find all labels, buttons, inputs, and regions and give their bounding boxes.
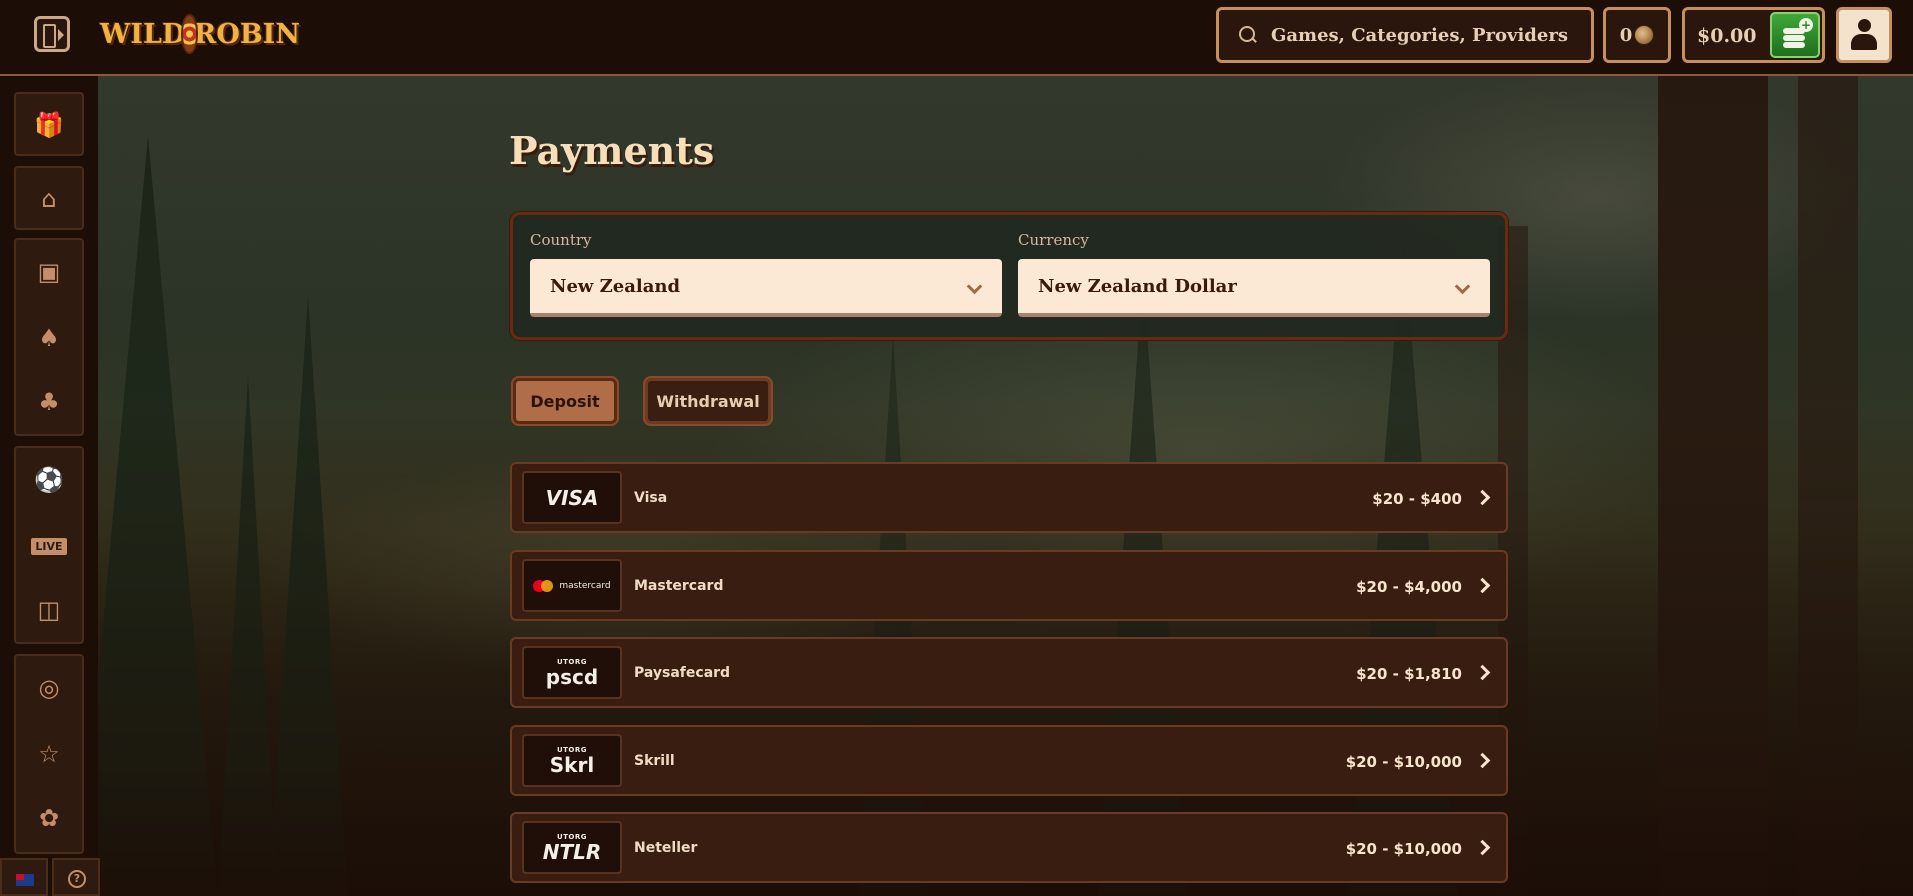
wild-robin-logo[interactable]: WILD ROBIN — [100, 8, 300, 60]
method-range: $20 - $10,000 — [1345, 840, 1462, 858]
coins-balance[interactable]: 0 — [1603, 7, 1671, 63]
mastercard-logo: mastercard — [522, 559, 622, 612]
tab-deposit[interactable]: Deposit — [513, 378, 617, 424]
help-button[interactable]: ? — [52, 858, 100, 896]
search-input[interactable]: Games, Categories, Providers — [1216, 7, 1594, 63]
country-select[interactable]: New Zealand — [530, 259, 1002, 317]
ball-icon[interactable]: ⚽ — [20, 452, 78, 508]
chevron-right-icon — [1474, 664, 1491, 681]
method-name: Visa — [634, 490, 668, 506]
method-range: $20 - $4,000 — [1356, 578, 1462, 596]
live-icon[interactable]: LIVE — [20, 518, 78, 574]
chevron-down-icon — [966, 278, 983, 295]
profile-button[interactable] — [1836, 7, 1892, 63]
chevron-right-icon — [1474, 577, 1491, 594]
method-name: Mastercard — [634, 578, 724, 594]
skrill-logo: UTORG Skrl — [522, 734, 622, 787]
help-icon: ? — [68, 870, 86, 888]
payment-method-row-skrill[interactable]: UTORG Skrl Skrill $20 - $10,000 — [510, 725, 1508, 796]
trophy-icon[interactable]: ☆ — [20, 726, 78, 782]
language-button[interactable] — [0, 858, 48, 896]
chevron-right-icon — [1474, 839, 1491, 856]
wallet-balance[interactable]: $0.00 + — [1682, 7, 1825, 63]
payment-method-row-neteller[interactable]: UTORG NTLR Neteller $20 - $10,000 — [510, 812, 1508, 883]
slot-machine-icon[interactable]: ▣ — [20, 244, 78, 300]
chevron-down-icon — [1454, 278, 1471, 295]
target-logo-icon — [181, 14, 198, 54]
payment-method-row-visa[interactable]: VISA Visa $20 - $400 — [510, 462, 1508, 533]
cards-icon[interactable]: ♠ — [20, 310, 78, 366]
method-name: Paysafecard — [634, 665, 731, 681]
currency-label: Currency — [1018, 231, 1089, 249]
sidebar-group-extras: ◎ ☆ ✿ — [14, 654, 84, 854]
method-range: $20 - $400 — [1372, 490, 1462, 508]
chevron-right-icon — [1474, 752, 1491, 769]
top-header: WILD ROBIN Games, Categories, Providers … — [0, 0, 1913, 76]
clover-icon[interactable]: ♣ — [20, 374, 78, 430]
search-placeholder: Games, Categories, Providers — [1271, 24, 1568, 46]
country-label: Country — [530, 231, 592, 249]
target-icon[interactable]: ◎ — [20, 660, 78, 716]
search-icon — [1239, 26, 1257, 44]
currency-value: New Zealand Dollar — [1038, 275, 1237, 297]
feather-icon[interactable]: ✿ — [20, 790, 78, 846]
method-range: $20 - $1,810 — [1356, 665, 1462, 683]
coin-icon — [1634, 25, 1655, 45]
method-range: $20 - $10,000 — [1345, 753, 1462, 771]
cash-stack-icon: + — [1783, 18, 1813, 48]
sidebar-group-live: ⚽ LIVE ◫ — [14, 446, 84, 644]
paysafecard-logo: UTORG pscd — [522, 646, 622, 699]
chevron-right-icon — [1474, 489, 1491, 506]
tv-game-icon[interactable]: ◫ — [20, 582, 78, 638]
sidebar-group-home: ⌂ — [14, 166, 84, 230]
method-name: Skrill — [634, 753, 675, 769]
gift-icon[interactable]: 🎁 — [20, 97, 78, 153]
coins-count: 0 — [1619, 24, 1633, 46]
balance-amount: $0.00 — [1697, 25, 1757, 47]
sidebar-toggle-icon[interactable] — [34, 16, 70, 52]
currency-select[interactable]: New Zealand Dollar — [1018, 259, 1490, 317]
user-icon — [1858, 19, 1871, 32]
country-value: New Zealand — [550, 275, 681, 297]
home-icon[interactable]: ⌂ — [20, 171, 78, 227]
sidebar-group-casino: ▣ ♠ ♣ — [14, 238, 84, 436]
payment-method-row-paysafecard[interactable]: UTORG pscd Paysafecard $20 - $1,810 — [510, 637, 1508, 708]
deposit-button[interactable]: + — [1770, 12, 1820, 58]
sidebar-group-promo: 🎁 — [14, 92, 84, 156]
neteller-logo: UTORG NTLR — [522, 821, 622, 874]
payment-method-row-mastercard[interactable]: mastercard Mastercard $20 - $4,000 — [510, 550, 1508, 621]
method-name: Neteller — [634, 840, 698, 856]
nz-flag-icon — [16, 874, 34, 886]
page-title: Payments — [509, 128, 715, 173]
payment-filters: Country New Zealand Currency New Zealand… — [510, 212, 1508, 340]
sidebar: 🎁 ⌂ ▣ ♠ ♣ ⚽ LIVE ◫ ◎ ☆ ✿ — [0, 78, 98, 896]
visa-logo: VISA — [522, 471, 622, 524]
tab-withdrawal[interactable]: Withdrawal — [645, 378, 771, 424]
